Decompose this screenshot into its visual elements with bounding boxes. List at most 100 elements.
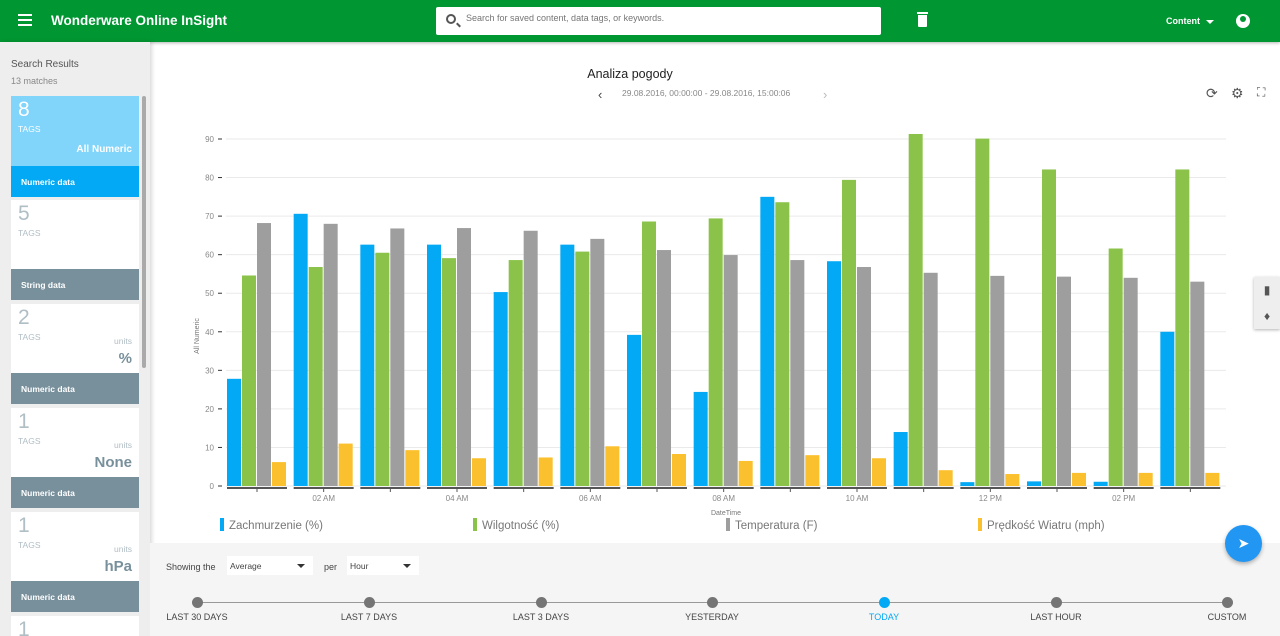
category-baseline (293, 487, 354, 489)
bar[interactable] (1027, 481, 1041, 486)
bar[interactable] (738, 460, 753, 486)
timeline-option[interactable]: LAST 30 DAYS (166, 612, 227, 622)
legend-item[interactable]: Prędkość Wiatru (mph) (978, 518, 1105, 532)
bar[interactable] (1138, 472, 1153, 486)
x-tick-label: 02 PM (1112, 494, 1135, 503)
timeline-option[interactable]: LAST HOUR (1030, 612, 1081, 622)
bar[interactable] (605, 446, 620, 486)
aggregate-value: Average (230, 561, 262, 571)
bar[interactable] (360, 244, 375, 486)
bar[interactable] (508, 260, 523, 486)
bar[interactable] (657, 250, 671, 486)
bar[interactable] (842, 179, 856, 486)
y-tick-label: 80 (205, 174, 214, 183)
bar[interactable] (1205, 472, 1220, 486)
timeline-option[interactable]: CUSTOM (1208, 612, 1247, 622)
timeline-stop[interactable] (192, 597, 203, 608)
bar[interactable] (975, 138, 990, 486)
y-tick-label: 90 (205, 135, 214, 144)
bar[interactable] (827, 261, 841, 486)
category-baseline (760, 487, 821, 489)
legend-item[interactable]: Temperatura (F) (726, 518, 817, 532)
timeline-option[interactable]: LAST 7 DAYS (341, 612, 397, 622)
bar[interactable] (457, 228, 471, 486)
bar[interactable] (1108, 248, 1123, 486)
bar[interactable] (1005, 474, 1020, 486)
legend-item[interactable]: Wilgotność (%) (473, 518, 559, 532)
category-baseline (627, 487, 687, 489)
bar[interactable] (227, 378, 241, 486)
bar[interactable] (708, 218, 723, 486)
timeline-stop[interactable] (364, 597, 375, 608)
bar[interactable] (872, 458, 886, 486)
calendar-icon[interactable] (1222, 597, 1233, 608)
bar[interactable] (627, 334, 641, 486)
bar[interactable] (1072, 472, 1086, 486)
legend-item[interactable]: Zachmurzenie (%) (220, 518, 323, 532)
bar[interactable] (590, 238, 605, 486)
aggregate-select[interactable]: Average (227, 556, 313, 575)
bar[interactable] (293, 213, 308, 486)
timeline-option[interactable]: TODAY (869, 612, 899, 622)
bar[interactable] (405, 450, 420, 486)
bar[interactable] (493, 292, 508, 486)
bar[interactable] (938, 470, 953, 486)
bar[interactable] (242, 275, 256, 486)
bar[interactable] (257, 223, 271, 486)
bar[interactable] (857, 267, 871, 486)
bar[interactable] (1160, 331, 1175, 486)
bar[interactable] (442, 258, 456, 486)
bar[interactable] (272, 462, 286, 486)
legend-swatch (978, 518, 982, 531)
bar[interactable] (523, 230, 538, 486)
timeline-stop[interactable] (707, 597, 718, 608)
interval-select[interactable]: Hour (347, 556, 419, 575)
bar[interactable] (338, 443, 353, 486)
bar[interactable] (308, 267, 323, 486)
search-result-card[interactable]: 1 (11, 616, 139, 636)
bar[interactable] (1042, 169, 1056, 486)
bar[interactable] (760, 196, 775, 487)
bar[interactable] (560, 244, 575, 486)
data-type-label: Numeric data (11, 581, 139, 612)
bar[interactable] (805, 455, 820, 486)
bar[interactable] (1093, 481, 1108, 486)
bar[interactable] (538, 457, 553, 486)
bar[interactable] (375, 252, 390, 486)
bar[interactable] (472, 458, 486, 486)
bar[interactable] (723, 255, 738, 486)
bar[interactable] (908, 133, 923, 486)
timeline-option[interactable]: YESTERDAY (685, 612, 739, 622)
bar[interactable] (1175, 169, 1190, 486)
bar[interactable] (642, 221, 656, 486)
bar[interactable] (990, 275, 1005, 486)
bar[interactable] (1123, 277, 1138, 486)
timeline-option[interactable]: LAST 3 DAYS (513, 612, 569, 622)
x-tick-label: 12 PM (979, 494, 1002, 503)
bar[interactable] (323, 223, 338, 487)
search-result-card[interactable]: 1 TAGS units hPa Numeric data (11, 512, 139, 612)
bar[interactable] (672, 453, 686, 486)
bar[interactable] (1190, 281, 1205, 486)
bar[interactable] (923, 272, 938, 486)
bar[interactable] (575, 251, 590, 486)
tag-icon[interactable]: ♦ (1254, 303, 1280, 329)
category-baseline (360, 487, 421, 489)
timeline-stop[interactable] (536, 597, 547, 608)
side-tools: ▮ ♦ (1254, 277, 1280, 329)
timeline-stop[interactable] (879, 597, 890, 608)
category-baseline (1093, 487, 1154, 489)
bar[interactable] (427, 244, 441, 486)
category-baseline (560, 487, 621, 489)
bar[interactable] (775, 202, 790, 486)
bar[interactable] (390, 228, 405, 486)
y-tick-label: 40 (205, 328, 214, 337)
bar[interactable] (790, 260, 805, 486)
bar[interactable] (693, 391, 708, 486)
chart-icon[interactable]: ▮ (1254, 277, 1280, 303)
bar[interactable] (1057, 276, 1071, 486)
share-button[interactable]: ➤ (1225, 525, 1262, 562)
bar[interactable] (960, 482, 975, 486)
timeline-stop[interactable] (1051, 597, 1062, 608)
bar[interactable] (893, 432, 908, 486)
